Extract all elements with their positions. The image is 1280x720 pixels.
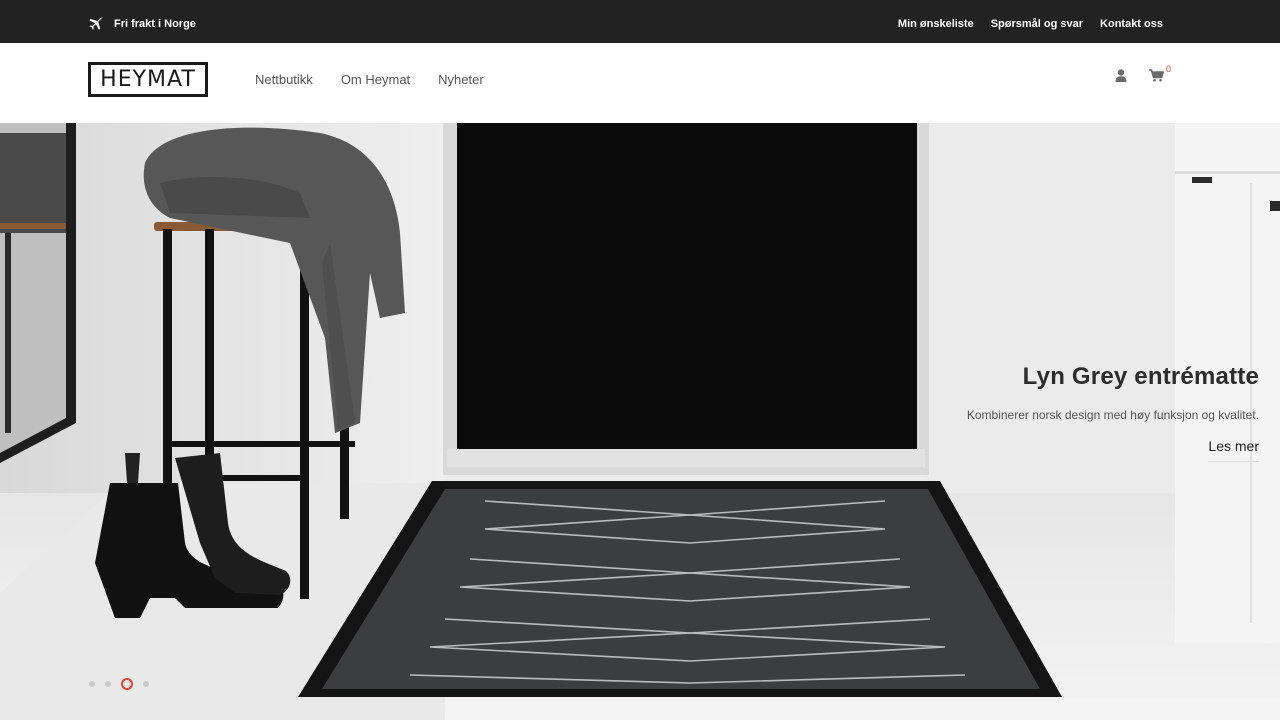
- plane-icon: [89, 17, 103, 30]
- hero-subtitle: Kombinerer norsk design med høy funksjon…: [966, 408, 1259, 422]
- faq-link[interactable]: Spørsmål og svar: [991, 18, 1083, 30]
- nav-item-nettbutikk[interactable]: Nettbutikk: [255, 72, 313, 87]
- read-more-link[interactable]: Les mer: [1208, 438, 1259, 462]
- hero-caption: Lyn Grey entrématte Kombinerer norsk des…: [967, 363, 1259, 462]
- slider-dot-1[interactable]: [89, 681, 95, 687]
- header-icons: 0: [1115, 64, 1171, 87]
- slider-dot-2[interactable]: [105, 681, 111, 687]
- cart-count-badge: 0: [1166, 64, 1172, 74]
- main-header: HEYMAT Nettbutikk Om Heymat Nyheter 0: [0, 43, 1280, 123]
- contact-link[interactable]: Kontakt oss: [1100, 18, 1163, 30]
- shipping-notice: Fri frakt i Norge: [88, 15, 196, 33]
- top-bar: Fri frakt i Norge Min ønskeliste Spørsmå…: [0, 0, 1280, 43]
- user-icon: [1115, 69, 1127, 82]
- top-links: Min ønskeliste Spørsmål og svar Kontakt …: [898, 0, 1163, 43]
- wishlist-link[interactable]: Min ønskeliste: [898, 18, 974, 30]
- main-nav: Nettbutikk Om Heymat Nyheter: [255, 72, 484, 87]
- cart-button[interactable]: 0: [1149, 64, 1171, 87]
- nav-item-om-heymat[interactable]: Om Heymat: [341, 72, 410, 87]
- account-button[interactable]: [1115, 69, 1127, 87]
- slider-dot-4[interactable]: [143, 681, 149, 687]
- heymat-logo[interactable]: HEYMAT: [88, 62, 208, 97]
- hero-slider: Lyn Grey entrématte Kombinerer norsk des…: [0, 123, 1280, 720]
- slider-dots: [89, 678, 149, 690]
- logo-text: HEYMAT: [100, 66, 196, 92]
- cart-icon: [1149, 69, 1165, 82]
- hero-title: Lyn Grey entrématte: [1022, 363, 1259, 390]
- slider-dot-3-active[interactable]: [121, 678, 133, 690]
- nav-item-nyheter[interactable]: Nyheter: [438, 72, 484, 87]
- shipping-text: Fri frakt i Norge: [114, 18, 196, 30]
